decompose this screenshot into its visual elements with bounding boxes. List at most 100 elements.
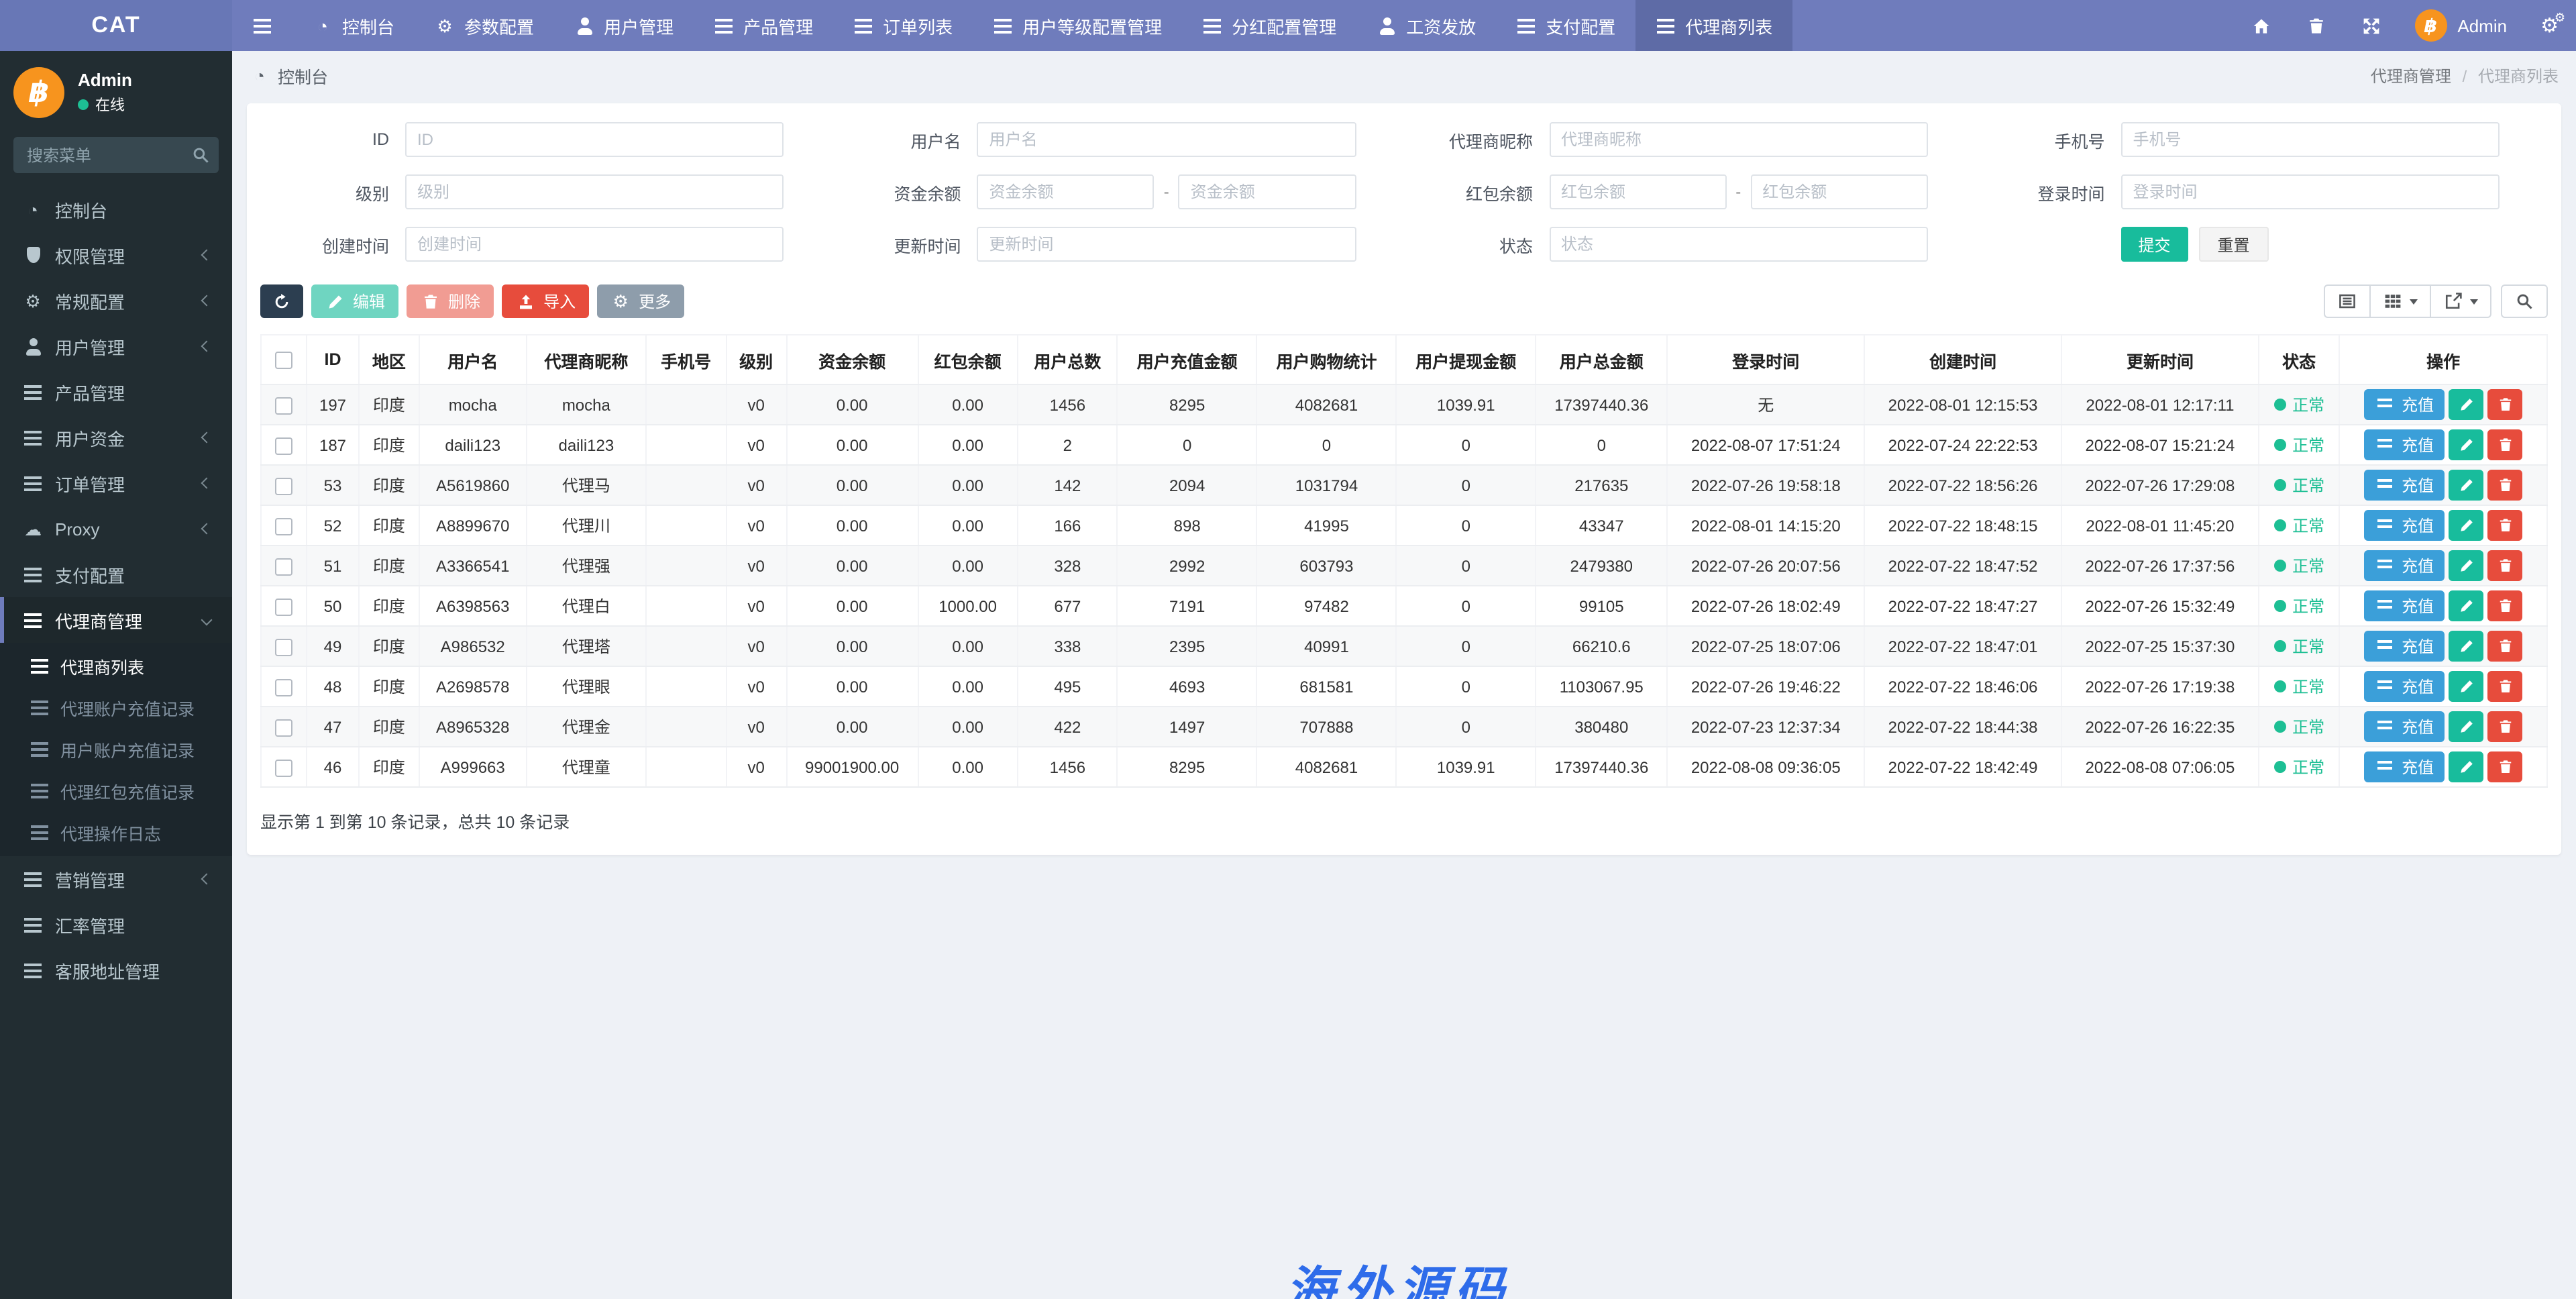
top-nav-item[interactable]: 工资发放 (1356, 0, 1496, 51)
sidebar-toggle-button[interactable] (232, 0, 292, 51)
row-edit-button[interactable] (2449, 751, 2483, 782)
sidebar-item[interactable]: 产品管理 (0, 369, 232, 415)
settings-button[interactable]: ⚙⚙ (2523, 0, 2576, 51)
filter-range-min-input[interactable] (1549, 174, 1726, 209)
sidebar-subitem[interactable]: 代理商列表 (0, 645, 232, 687)
top-nav-item[interactable]: ⚙参数配置 (415, 0, 554, 51)
row-checkbox[interactable] (275, 638, 292, 656)
recharge-button[interactable]: 充值 (2364, 590, 2445, 621)
filter-range-max-input[interactable] (1179, 174, 1356, 209)
row-edit-button[interactable] (2449, 510, 2483, 541)
row-checkbox[interactable] (275, 598, 292, 615)
filter-input[interactable] (977, 227, 1356, 262)
home-button[interactable] (2233, 0, 2288, 51)
sidebar-subitem[interactable]: 代理红包充值记录 (0, 770, 232, 812)
sidebar-search-input[interactable] (13, 137, 219, 173)
row-checkbox[interactable] (275, 517, 292, 535)
sidebar-subitem[interactable]: 用户账户充值记录 (0, 729, 232, 770)
more-button[interactable]: ⚙更多 (597, 284, 684, 318)
sidebar-item[interactable]: ◔控制台 (0, 187, 232, 232)
row-delete-button[interactable] (2487, 590, 2522, 621)
row-delete-button[interactable] (2487, 429, 2522, 460)
top-nav-item[interactable]: 用户等级配置管理 (973, 0, 1182, 51)
clear-cache-button[interactable] (2288, 0, 2343, 51)
row-delete-button[interactable] (2487, 510, 2522, 541)
row-delete-button[interactable] (2487, 550, 2522, 581)
breadcrumb-parent[interactable]: 代理商管理 (2371, 67, 2451, 86)
row-delete-button[interactable] (2487, 631, 2522, 662)
row-checkbox[interactable] (275, 678, 292, 696)
columns-dropdown-button[interactable] (2369, 284, 2431, 318)
recharge-button[interactable]: 充值 (2364, 671, 2445, 702)
filter-input[interactable] (977, 122, 1356, 157)
filter-input[interactable] (405, 174, 784, 209)
sidebar-item[interactable]: ⚙常规配置 (0, 278, 232, 323)
row-delete-button[interactable] (2487, 470, 2522, 501)
edit-button[interactable]: 编辑 (311, 284, 398, 318)
top-nav-item[interactable]: 产品管理 (694, 0, 833, 51)
filter-range-max-input[interactable] (1750, 174, 1927, 209)
row-delete-button[interactable] (2487, 671, 2522, 702)
row-edit-button[interactable] (2449, 470, 2483, 501)
filter-input[interactable] (405, 227, 784, 262)
sidebar-item[interactable]: 营销管理 (0, 856, 232, 902)
row-checkbox[interactable] (275, 759, 292, 776)
fullscreen-button[interactable] (2343, 0, 2398, 51)
sidebar-item[interactable]: 代理商管理 (0, 597, 232, 643)
row-checkbox[interactable] (275, 558, 292, 575)
sidebar-item[interactable]: 客服地址管理 (0, 947, 232, 993)
sidebar-item[interactable]: 用户管理 (0, 323, 232, 369)
app-logo[interactable]: CAT (0, 0, 232, 51)
sidebar-item[interactable]: 订单管理 (0, 460, 232, 506)
sidebar-subitem[interactable]: 代理操作日志 (0, 812, 232, 853)
recharge-button[interactable]: 充值 (2364, 631, 2445, 662)
user-menu[interactable]: ฿ Admin (2398, 0, 2523, 51)
detail-view-button[interactable] (2324, 284, 2371, 318)
top-nav-item[interactable]: 分红配置管理 (1182, 0, 1356, 51)
recharge-button[interactable]: 充值 (2364, 510, 2445, 541)
row-delete-button[interactable] (2487, 711, 2522, 742)
recharge-button[interactable]: 充值 (2364, 711, 2445, 742)
top-nav-item[interactable]: 代理商列表 (1635, 0, 1792, 51)
sidebar-item[interactable]: ☁Proxy (0, 506, 232, 552)
row-delete-button[interactable] (2487, 751, 2522, 782)
submit-button[interactable]: 提交 (2121, 227, 2188, 262)
row-delete-button[interactable] (2487, 389, 2522, 420)
top-nav-item[interactable]: 订单列表 (833, 0, 973, 51)
row-checkbox[interactable] (275, 437, 292, 454)
select-all-checkbox[interactable] (275, 352, 292, 369)
sidebar-item[interactable]: 支付配置 (0, 552, 232, 597)
sidebar-item[interactable]: 汇率管理 (0, 902, 232, 947)
row-edit-button[interactable] (2449, 671, 2483, 702)
filter-input[interactable] (405, 122, 784, 157)
top-nav-item[interactable]: 支付配置 (1496, 0, 1635, 51)
recharge-button[interactable]: 充值 (2364, 389, 2445, 420)
row-edit-button[interactable] (2449, 550, 2483, 581)
row-edit-button[interactable] (2449, 631, 2483, 662)
filter-input[interactable] (1549, 227, 1928, 262)
filter-input[interactable] (1549, 122, 1928, 157)
filter-range-min-input[interactable] (977, 174, 1155, 209)
top-nav-item[interactable]: ◔控制台 (292, 0, 415, 51)
import-button[interactable]: 导入 (502, 284, 589, 318)
delete-button[interactable]: 删除 (407, 284, 494, 318)
recharge-button[interactable]: 充值 (2364, 429, 2445, 460)
filter-input[interactable] (2121, 122, 2500, 157)
row-edit-button[interactable] (2449, 429, 2483, 460)
search-toggle-button[interactable] (2501, 284, 2548, 318)
row-checkbox[interactable] (275, 719, 292, 736)
reset-button[interactable]: 重置 (2199, 227, 2269, 262)
recharge-button[interactable]: 充值 (2364, 751, 2445, 782)
row-edit-button[interactable] (2449, 389, 2483, 420)
row-edit-button[interactable] (2449, 590, 2483, 621)
row-edit-button[interactable] (2449, 711, 2483, 742)
sidebar-subitem[interactable]: 代理账户充值记录 (0, 687, 232, 729)
breadcrumb-left[interactable]: 控制台 (278, 63, 328, 89)
recharge-button[interactable]: 充值 (2364, 550, 2445, 581)
recharge-button[interactable]: 充值 (2364, 470, 2445, 501)
filter-input[interactable] (2121, 174, 2500, 209)
sidebar-item[interactable]: 权限管理 (0, 232, 232, 278)
refresh-button[interactable] (260, 284, 303, 318)
row-checkbox[interactable] (275, 397, 292, 414)
top-nav-item[interactable]: 用户管理 (554, 0, 694, 51)
